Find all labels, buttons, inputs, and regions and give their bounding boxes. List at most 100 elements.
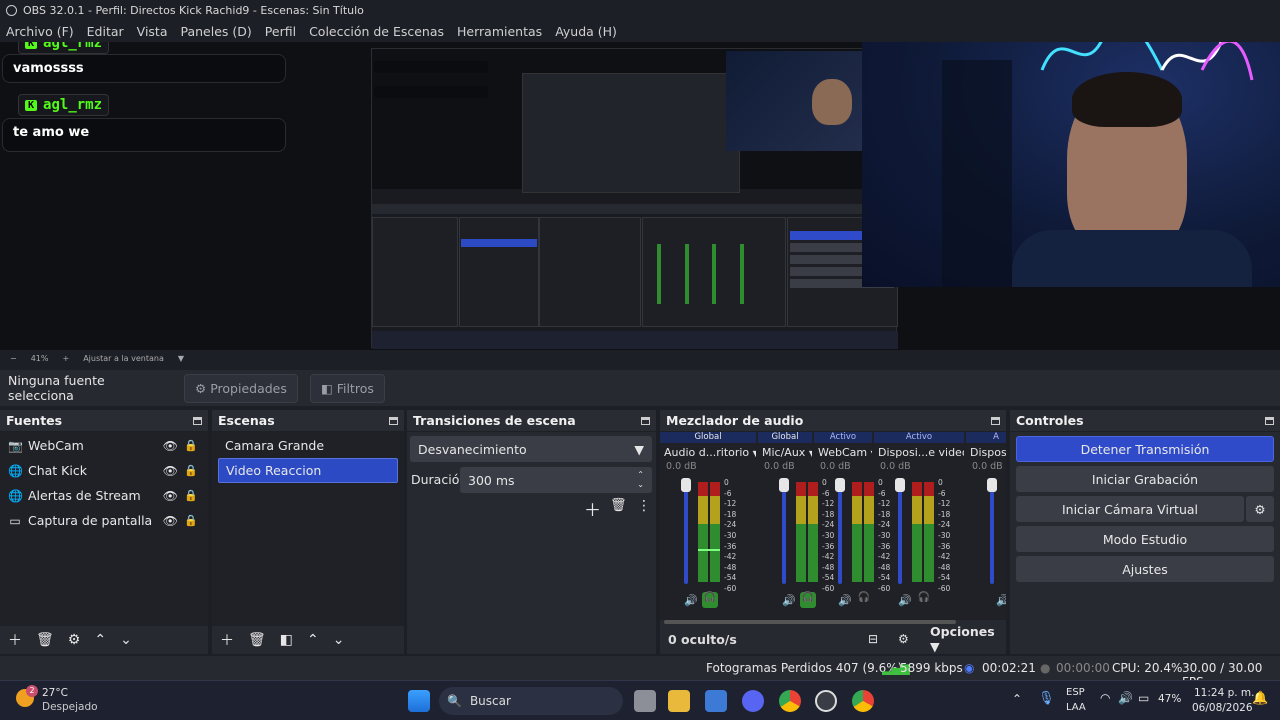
start-virtual-camera-button[interactable]: Iniciar Cámara Virtual — [1016, 496, 1244, 522]
discord-icon[interactable] — [742, 690, 764, 712]
properties-button[interactable]: ⚙ Propiedades — [184, 373, 298, 403]
arrow-up-icon[interactable]: ⌃ — [94, 632, 106, 648]
monitor-headphones-icon[interactable]: 🎧 — [856, 592, 872, 608]
notification-icon[interactable]: 🔔 — [1252, 691, 1268, 706]
obs-icon[interactable] — [815, 690, 837, 712]
channel-name[interactable]: WebCam ▼ — [814, 443, 872, 459]
chevron-down-icon[interactable]: ▼ — [753, 449, 756, 458]
popout-icon[interactable] — [389, 416, 398, 425]
menu-coleccion-escenas[interactable]: Colección de Escenas — [309, 24, 444, 39]
menu-vista[interactable]: Vista — [137, 24, 168, 39]
chevron-down-icon[interactable]: ▼ — [871, 449, 872, 458]
volume-icon[interactable]: 🔊 — [1118, 691, 1133, 705]
studio-mode-button[interactable]: Modo Estudio — [1016, 526, 1274, 552]
trash-icon[interactable]: 🗑 — [248, 632, 266, 648]
add-icon[interactable]: ＋ — [8, 630, 22, 650]
popout-icon[interactable] — [193, 416, 202, 425]
source-item[interactable]: 📷 WebCam 👁 🔒 — [0, 433, 208, 458]
gear-icon[interactable]: ⚙ — [68, 632, 81, 648]
more-options-icon[interactable]: ⋮ — [637, 498, 651, 514]
zoom-out-button[interactable]: − — [10, 354, 17, 363]
trash-icon[interactable]: 🗑 — [36, 632, 54, 648]
menu-paneles[interactable]: Paneles (D) — [181, 24, 252, 39]
volume-slider[interactable] — [987, 478, 997, 584]
clock-time[interactable]: 11:24 p. m. — [1194, 687, 1255, 699]
language-bottom[interactable]: LAA — [1066, 702, 1086, 713]
volume-slider[interactable] — [779, 478, 789, 584]
menu-editar[interactable]: Editar — [87, 24, 124, 39]
source-item[interactable]: 🌐 Chat Kick 👁 🔒 — [0, 458, 208, 483]
chevron-down-icon[interactable]: ▼ — [809, 449, 812, 458]
stop-stream-button[interactable]: Detener Transmisión — [1016, 436, 1274, 462]
slider-knob[interactable] — [987, 478, 997, 492]
options-button[interactable]: Opciones ▼ — [930, 624, 1006, 654]
trash-icon[interactable]: 🗑 — [610, 498, 627, 513]
speaker-icon[interactable]: 🔊 — [782, 594, 796, 607]
clock-date[interactable]: 06/08/2026 — [1192, 702, 1253, 714]
chrome-profile-icon[interactable] — [852, 690, 874, 712]
virtual-camera-settings-button[interactable]: ⚙ — [1246, 496, 1274, 522]
visibility-eye-icon[interactable]: 👁 — [163, 464, 178, 478]
windows-start-icon[interactable] — [408, 690, 430, 712]
zoom-in-button[interactable]: + — [62, 354, 69, 363]
duration-spinbox[interactable]: 300 ms ⌃ ⌄ — [460, 467, 652, 493]
speaker-icon[interactable]: 🔊 — [838, 594, 852, 607]
language-top[interactable]: ESP — [1066, 687, 1085, 698]
menu-herramientas[interactable]: Herramientas — [457, 24, 542, 39]
popout-icon[interactable] — [991, 416, 1000, 425]
source-item[interactable]: 🌐 Alertas de Stream 👁 🔒 — [0, 483, 208, 508]
speaker-icon[interactable]: 🔊 — [684, 594, 698, 607]
menu-archivo[interactable]: Archivo (F) — [6, 24, 74, 39]
menu-perfil[interactable]: Perfil — [265, 24, 296, 39]
chevron-up-icon[interactable]: ⌃ — [1012, 692, 1022, 706]
arrow-down-icon[interactable]: ⌄ — [333, 632, 345, 648]
visibility-eye-icon[interactable]: 👁 — [163, 489, 178, 503]
scene-item[interactable]: Camara Grande — [218, 433, 398, 458]
visibility-eye-icon[interactable]: 👁 — [163, 439, 178, 453]
visibility-eye-icon[interactable]: 👁 — [163, 514, 178, 528]
lock-icon[interactable]: 🔒 — [184, 464, 198, 477]
popout-icon[interactable] — [1265, 416, 1274, 425]
channel-name[interactable]: Mic/Aux ▼ — [758, 443, 812, 459]
monitor-headphones-icon[interactable]: 🎧 — [702, 592, 718, 608]
layout-icon[interactable]: ⊟ — [868, 632, 878, 646]
slider-knob[interactable] — [895, 478, 905, 492]
scene-item-selected[interactable]: Video Reaccion — [218, 458, 398, 483]
start-recording-button[interactable]: Iniciar Grabación — [1016, 466, 1274, 492]
task-view-icon[interactable] — [634, 690, 656, 712]
transition-select[interactable]: Desvanecimiento ▼ — [410, 436, 652, 462]
preview-canvas[interactable]: K agl_rmz vamossss K agl_rmz te amo we — [0, 42, 1280, 350]
zoom-fit-label[interactable]: Ajustar a la ventana — [83, 354, 164, 363]
channel-name[interactable]: Disposi...e video ▼ — [874, 443, 964, 459]
slider-knob[interactable] — [681, 478, 691, 492]
add-icon[interactable]: ＋ — [220, 630, 234, 650]
volume-slider[interactable] — [681, 478, 691, 584]
volume-slider[interactable] — [835, 478, 845, 584]
speaker-icon[interactable]: 🔊 — [898, 594, 912, 607]
lock-icon[interactable]: 🔒 — [184, 514, 198, 527]
channel-name[interactable]: Disposi... ▼ — [966, 443, 1006, 459]
slider-knob[interactable] — [835, 478, 845, 492]
filters-button[interactable]: ◧ Filtros — [309, 373, 385, 403]
lock-icon[interactable]: 🔒 — [184, 439, 198, 452]
monitor-headphones-icon[interactable]: 🎧 — [916, 592, 932, 608]
advanced-audio-icon[interactable]: ⚙ — [898, 632, 909, 646]
menu-ayuda[interactable]: Ayuda (H) — [555, 24, 617, 39]
microphone-icon[interactable]: 🎙 — [1038, 691, 1055, 706]
filter-icon[interactable]: ◧ — [280, 632, 293, 648]
wifi-icon[interactable]: ◠ — [1100, 691, 1110, 705]
settings-button[interactable]: Ajustes — [1016, 556, 1274, 582]
battery-icon[interactable]: ▭ — [1138, 691, 1149, 705]
popout-icon[interactable] — [641, 416, 650, 425]
chevron-down-icon[interactable]: ▼ — [178, 354, 184, 363]
speaker-icon[interactable]: 🔊 — [996, 594, 1006, 607]
add-icon[interactable]: ＋ — [584, 496, 601, 521]
volume-slider[interactable] — [895, 478, 905, 584]
lock-icon[interactable]: 🔒 — [184, 489, 198, 502]
channel-name[interactable]: Audio d...ritorio ▼ — [660, 443, 756, 459]
chrome-icon[interactable] — [779, 690, 801, 712]
source-item[interactable]: ▭ Captura de pantalla 👁 🔒 — [0, 508, 208, 533]
file-explorer-icon[interactable] — [668, 690, 690, 712]
weather-widget[interactable]: 2 27°C Despejado — [16, 685, 126, 717]
arrow-down-icon[interactable]: ⌄ — [120, 632, 132, 648]
